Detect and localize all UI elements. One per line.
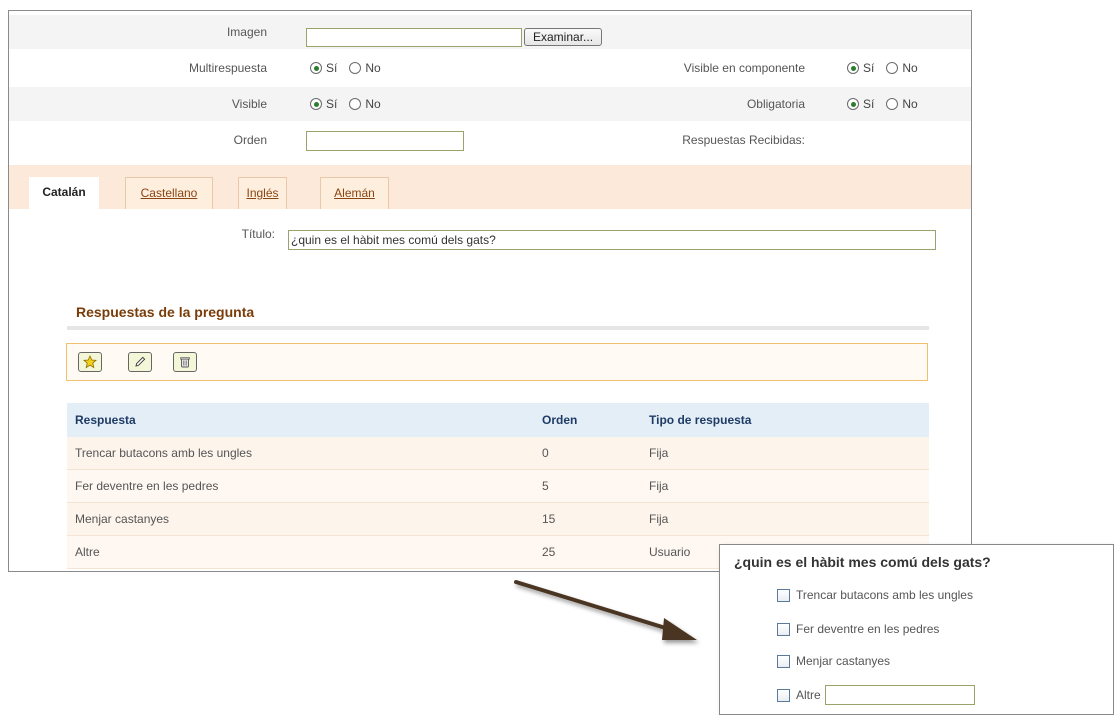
preview-option-checkbox[interactable] [777, 588, 790, 602]
preview-option: Altre [777, 685, 975, 705]
imagen-label: Imagen [226, 25, 267, 39]
cell-orden: 0 [542, 446, 549, 460]
visible-componente-no-label: No [902, 61, 918, 75]
visible-componente-label: Visible en componente [683, 61, 805, 75]
preview-option-label: Altre [796, 688, 821, 702]
tab-catalan[interactable]: Catalán [29, 177, 99, 209]
obligatoria-no-label: No [902, 97, 918, 111]
tab-castellano[interactable]: Castellano [125, 177, 213, 209]
visible-componente-no-radio[interactable] [886, 62, 899, 74]
respuestas-section-title: Respuestas de la pregunta [76, 304, 255, 320]
preview-option-label: Fer deventre en les pedres [796, 622, 940, 636]
question-preview-panel: ¿quin es el hàbit mes comú dels gats? Tr… [719, 544, 1114, 715]
cell-respuesta: Altre [75, 545, 100, 559]
visible-no-radio[interactable] [349, 98, 362, 110]
add-respuesta-button[interactable] [78, 352, 102, 372]
cell-tipo: Fija [649, 479, 669, 493]
visible-label: Visible [231, 97, 267, 111]
obligatoria-label: Obligatoria [746, 97, 805, 111]
multirespuesta-yes-radio[interactable] [310, 62, 322, 74]
multirespuesta-no-radio[interactable] [349, 62, 362, 74]
edit-respuesta-button[interactable] [128, 352, 152, 372]
cell-tipo: Fija [649, 512, 669, 526]
visible-componente-yes-label: Sí [863, 61, 875, 75]
preview-option-checkbox[interactable] [777, 654, 790, 668]
orden-row: Orden Respuestas Recibidas: [9, 123, 971, 157]
preview-option: Fer deventre en les pedres [777, 621, 939, 637]
preview-other-input[interactable] [824, 685, 975, 705]
preview-question-title: ¿quin es el hàbit mes comú dels gats? [734, 554, 991, 570]
column-tipo[interactable]: Tipo de respuesta [649, 413, 929, 427]
obligatoria-no-radio[interactable] [886, 98, 899, 110]
question-edit-panel: Imagen Examinar... Multirespuesta Sí No … [8, 10, 972, 572]
preview-option: Trencar butacons amb les ungles [777, 587, 973, 603]
visible-row: Visible Sí No Obligatoria Sí No [9, 87, 971, 121]
table-row[interactable]: Fer deventre en les pedres 5 Fija [67, 470, 929, 503]
examinar-button[interactable]: Examinar... [524, 28, 603, 46]
titulo-input[interactable]: ¿quin es el hàbit mes comú dels gats? [288, 230, 936, 250]
delete-respuesta-button[interactable] [173, 352, 197, 372]
pencil-icon [135, 356, 146, 367]
table-header: Respuesta Orden Tipo de respuesta [67, 403, 929, 437]
cell-respuesta: Fer deventre en les pedres [75, 479, 219, 493]
cell-orden: 5 [542, 479, 549, 493]
star-icon [83, 355, 97, 369]
multirespuesta-radio-group: Sí No [310, 51, 389, 85]
orden-label: Orden [233, 133, 267, 147]
cell-respuesta: Menjar castanyes [75, 512, 170, 526]
multirespuesta-row: Multirespuesta Sí No Visible en componen… [9, 51, 971, 85]
imagen-file-input[interactable] [306, 28, 522, 47]
preview-option-label: Menjar castanyes [796, 654, 891, 668]
visible-yes-label: Sí [326, 97, 338, 111]
preview-option: Menjar castanyes [777, 653, 890, 669]
table-row[interactable]: Trencar butacons amb les ungles 0 Fija [67, 437, 929, 470]
table-row[interactable]: Menjar castanyes 15 Fija [67, 503, 929, 536]
obligatoria-radio-group: Sí No [847, 87, 926, 121]
column-orden[interactable]: Orden [542, 413, 649, 427]
orden-input[interactable] [306, 131, 464, 151]
cell-tipo: Fija [649, 446, 669, 460]
trash-icon [180, 357, 190, 368]
multirespuesta-label: Multirespuesta [188, 61, 267, 75]
respuestas-recibidas-label: Respuestas Recibidas: [682, 133, 805, 147]
cell-respuesta: Trencar butacons amb les ungles [75, 446, 252, 460]
multirespuesta-yes-label: Sí [326, 61, 338, 75]
language-tabs: Catalán Castellano Inglés Alemán [9, 165, 971, 209]
tab-ingles[interactable]: Inglés [238, 177, 287, 209]
section-divider [67, 326, 929, 330]
arrow-icon [514, 580, 697, 640]
visible-componente-yes-radio[interactable] [847, 62, 859, 74]
visible-yes-radio[interactable] [310, 98, 322, 110]
titulo-label: Título: [241, 227, 275, 241]
cell-orden: 25 [542, 545, 556, 559]
visible-no-label: No [365, 97, 381, 111]
cell-orden: 15 [542, 512, 556, 526]
column-respuesta[interactable]: Respuesta [67, 413, 542, 427]
preview-option-checkbox[interactable] [777, 688, 790, 702]
multirespuesta-no-label: No [365, 61, 381, 75]
visible-radio-group: Sí No [310, 87, 389, 121]
preview-option-checkbox[interactable] [777, 622, 790, 636]
respuestas-toolbar [66, 343, 928, 381]
visible-componente-radio-group: Sí No [847, 51, 926, 85]
tab-aleman[interactable]: Alemán [320, 177, 389, 209]
obligatoria-yes-label: Sí [863, 97, 875, 111]
preview-option-label: Trencar butacons amb les ungles [796, 588, 973, 602]
imagen-row: Imagen Examinar... [9, 15, 971, 49]
obligatoria-yes-radio[interactable] [847, 98, 859, 110]
